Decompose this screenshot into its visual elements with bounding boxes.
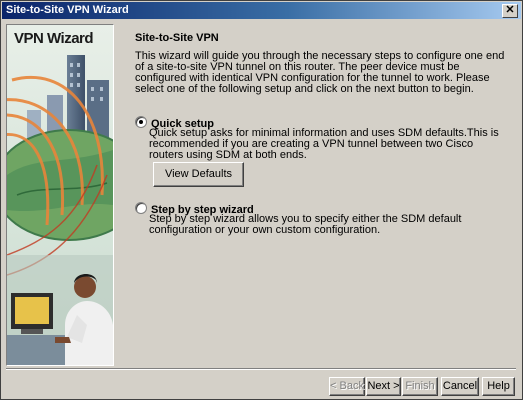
finish-button[interactable]: Finish (402, 377, 438, 396)
wizard-side-banner: VPN Wizard (6, 24, 114, 366)
back-button[interactable]: < Back (329, 377, 365, 396)
window-title: Site-to-Site VPN Wizard (6, 4, 129, 16)
footer-divider (6, 368, 516, 370)
radio-selected-dot (139, 120, 143, 124)
title-bar[interactable]: Site-to-Site VPN Wizard ✕ (2, 2, 521, 19)
quick-setup-description: Quick setup asks for minimal information… (149, 127, 499, 161)
wizard-illustration (7, 25, 113, 365)
vpn-wizard-window: Site-to-Site VPN Wizard ✕ VPN Wizard Sit… (0, 0, 523, 400)
quick-setup-radio[interactable] (135, 116, 147, 128)
page-heading: Site-to-Site VPN (135, 32, 219, 44)
step-by-step-description: Step by step wizard allows you to specif… (149, 213, 462, 236)
next-button[interactable]: Next > (366, 377, 401, 396)
close-button[interactable]: ✕ (502, 4, 518, 18)
cancel-button[interactable]: Cancel (441, 377, 479, 396)
view-defaults-button[interactable]: View Defaults (153, 162, 244, 187)
close-icon: ✕ (505, 4, 515, 16)
help-button[interactable]: Help (482, 377, 515, 396)
step-by-step-radio[interactable] (135, 202, 147, 214)
side-title: VPN Wizard (14, 30, 94, 47)
intro-text: This wizard will guide you through the n… (135, 50, 505, 95)
